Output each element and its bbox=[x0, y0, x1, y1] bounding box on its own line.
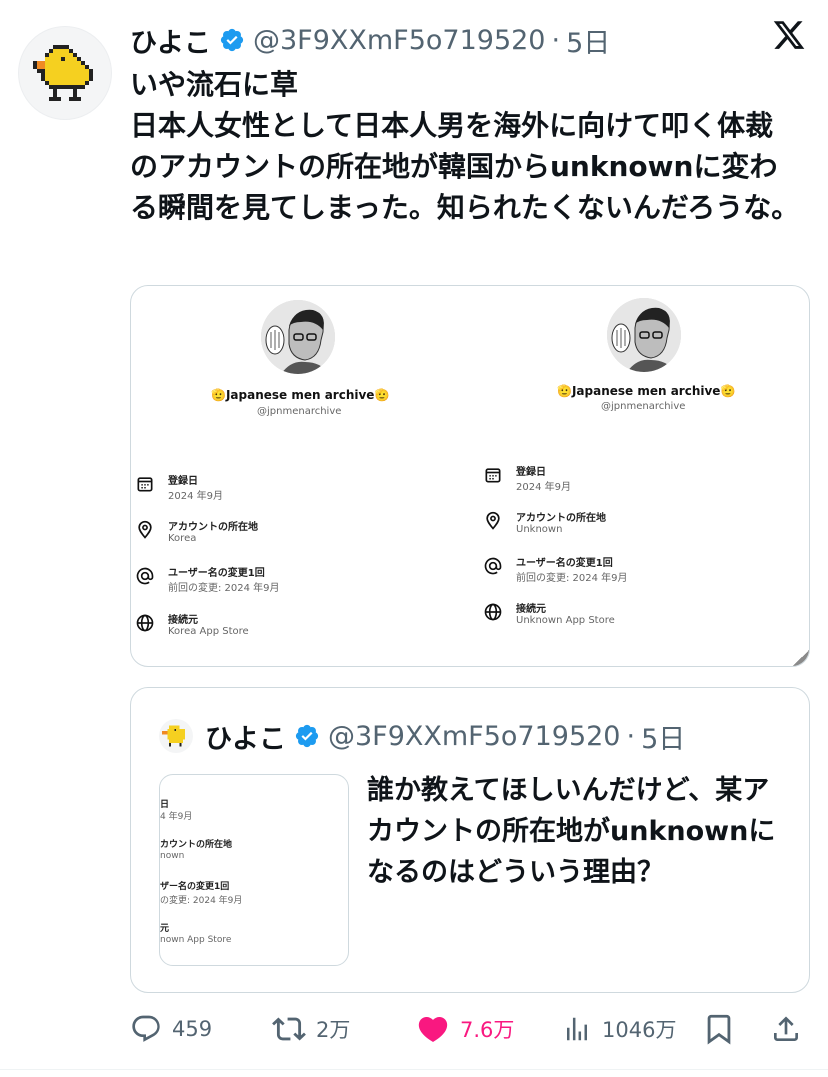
retweet-button[interactable]: 2万 bbox=[272, 1008, 350, 1050]
tweet-header: ひよこ @3F9XXmF5o719520 · 5日 bbox=[130, 20, 808, 60]
info-label: ユーザー名の変更1回 bbox=[516, 558, 613, 569]
quoted-tweet[interactable]: ひよこ @3F9XXmF5o719520 · 5日 日 4 年9月 カウントの所… bbox=[130, 687, 810, 993]
divider bbox=[0, 1069, 828, 1070]
thumb-text: ザー名の変更1回 bbox=[160, 882, 230, 892]
thumb-text: nown App Store bbox=[160, 935, 232, 945]
pixel-chick-icon bbox=[162, 725, 185, 747]
quoted-author-name[interactable]: ひよこ bbox=[205, 717, 286, 756]
like-button[interactable]: 7.6万 bbox=[416, 1008, 514, 1050]
quoted-author-handle[interactable]: @3F9XXmF5o719520 bbox=[328, 721, 620, 752]
quoted-author-avatar[interactable] bbox=[159, 719, 193, 753]
retweet-count: 2万 bbox=[316, 1018, 351, 1042]
quoted-timestamp[interactable]: 5日 bbox=[641, 717, 685, 756]
info-value: Korea bbox=[168, 533, 197, 544]
info-row-username-change: ユーザー名の変更1回 前回の変更: 2024 年9月 bbox=[135, 564, 455, 594]
globe-icon bbox=[484, 603, 502, 621]
action-bar: 459 2万 7.6万 1046万 bbox=[130, 1008, 810, 1050]
profile-avatar-icon bbox=[607, 298, 681, 372]
quoted-media-thumbnail[interactable]: 日 4 年9月 カウントの所在地 nown ザー名の変更1回 の変更: 2024… bbox=[159, 774, 349, 966]
calendar-icon bbox=[137, 477, 153, 492]
profile-name: 🫡Japanese men archive🫡 bbox=[557, 384, 736, 398]
timestamp[interactable]: 5日 bbox=[566, 21, 610, 60]
globe-icon bbox=[136, 614, 154, 632]
profile-handle: @jpnmenarchive bbox=[601, 401, 686, 412]
profile-handle: @jpnmenarchive bbox=[257, 406, 342, 417]
pixel-chick-icon bbox=[33, 45, 93, 101]
verified-badge-icon bbox=[219, 27, 245, 53]
heart-filled-icon bbox=[418, 1016, 448, 1042]
retweet-icon bbox=[272, 1017, 306, 1041]
bookmark-icon bbox=[707, 1014, 731, 1045]
info-value: 前回の変更: 2024 年9月 bbox=[516, 573, 628, 584]
info-value: Unknown bbox=[516, 524, 563, 535]
quoted-tweet-header: ひよこ @3F9XXmF5o719520 · 5日 bbox=[159, 717, 685, 756]
thumb-text: 元 bbox=[160, 924, 170, 934]
info-label: アカウントの所在地 bbox=[168, 522, 258, 533]
info-value: 2024 年9月 bbox=[168, 491, 223, 502]
at-sign-icon bbox=[136, 567, 154, 585]
thumb-text: カウントの所在地 bbox=[160, 840, 233, 850]
reply-button[interactable]: 459 bbox=[130, 1008, 212, 1050]
views-button[interactable]: 1046万 bbox=[562, 1008, 676, 1050]
views-chart-icon bbox=[567, 1017, 587, 1041]
author-avatar[interactable] bbox=[18, 26, 112, 120]
profile-avatar-icon bbox=[261, 300, 335, 374]
info-value: 前回の変更: 2024 年9月 bbox=[168, 583, 280, 594]
separator-dot: · bbox=[626, 720, 636, 752]
reply-count: 459 bbox=[172, 1017, 213, 1041]
bookmark-button[interactable] bbox=[702, 1008, 746, 1050]
info-row-connected-via: 接続元 Korea App Store bbox=[135, 611, 455, 641]
share-button[interactable] bbox=[770, 1008, 812, 1050]
tweet-media-image[interactable]: 🫡Japanese men archive🫡 @jpnmenarchive 登録… bbox=[130, 285, 810, 667]
at-sign-icon bbox=[484, 557, 502, 575]
like-count: 7.6万 bbox=[460, 1018, 515, 1042]
info-value: 2024 年9月 bbox=[516, 482, 571, 493]
info-row-username-change: ユーザー名の変更1回 前回の変更: 2024 年9月 bbox=[483, 554, 803, 584]
info-row-connected-via: 接続元 Unknown App Store bbox=[483, 600, 803, 630]
verified-badge-icon bbox=[294, 723, 320, 749]
info-row-location: アカウントの所在地 Korea bbox=[135, 518, 455, 548]
author-handle[interactable]: @3F9XXmF5o719520 bbox=[253, 25, 545, 56]
media-panel-after: 🫡Japanese men archive🫡 @jpnmenarchive 登録… bbox=[479, 286, 809, 666]
info-row-joined: 登録日 2024 年9月 bbox=[483, 463, 803, 493]
info-value: Korea App Store bbox=[168, 626, 249, 637]
info-row-joined: 登録日 2024 年9月 bbox=[135, 472, 455, 502]
info-label: 登録日 bbox=[516, 467, 546, 478]
info-label: アカウントの所在地 bbox=[516, 513, 606, 524]
thumb-text: nown bbox=[160, 851, 185, 861]
separator-dot: · bbox=[551, 24, 561, 56]
location-pin-icon bbox=[486, 511, 500, 530]
views-count: 1046万 bbox=[602, 1018, 677, 1042]
info-label: 接続元 bbox=[168, 615, 198, 626]
info-label: ユーザー名の変更1回 bbox=[168, 568, 265, 579]
author-name[interactable]: ひよこ bbox=[130, 21, 211, 60]
quoted-tweet-text: 誰か教えてほしいんだけど、某アカウントの所在地がunknownになるのはどういう… bbox=[367, 775, 776, 888]
info-label: 接続元 bbox=[516, 604, 546, 615]
thumb-text: 4 年9月 bbox=[160, 812, 193, 822]
info-value: Unknown App Store bbox=[516, 615, 615, 626]
thumb-text: の変更: 2024 年9月 bbox=[160, 896, 243, 906]
tweet-text: いや流石に草 日本人女性として日本人男を海外に向けて叩く体裁のアカウントの所在地… bbox=[130, 68, 800, 224]
info-row-location: アカウントの所在地 Unknown bbox=[483, 509, 803, 539]
page-curl-decoration bbox=[793, 650, 809, 666]
reply-icon bbox=[132, 1015, 160, 1042]
share-icon bbox=[774, 1016, 798, 1041]
x-logo-icon[interactable] bbox=[772, 18, 806, 52]
calendar-icon bbox=[485, 468, 501, 483]
location-pin-icon bbox=[138, 520, 152, 539]
media-panel-before: 🫡Japanese men archive🫡 @jpnmenarchive 登録… bbox=[131, 286, 461, 666]
profile-name: 🫡Japanese men archive🫡 bbox=[211, 388, 390, 402]
info-label: 登録日 bbox=[168, 476, 198, 487]
